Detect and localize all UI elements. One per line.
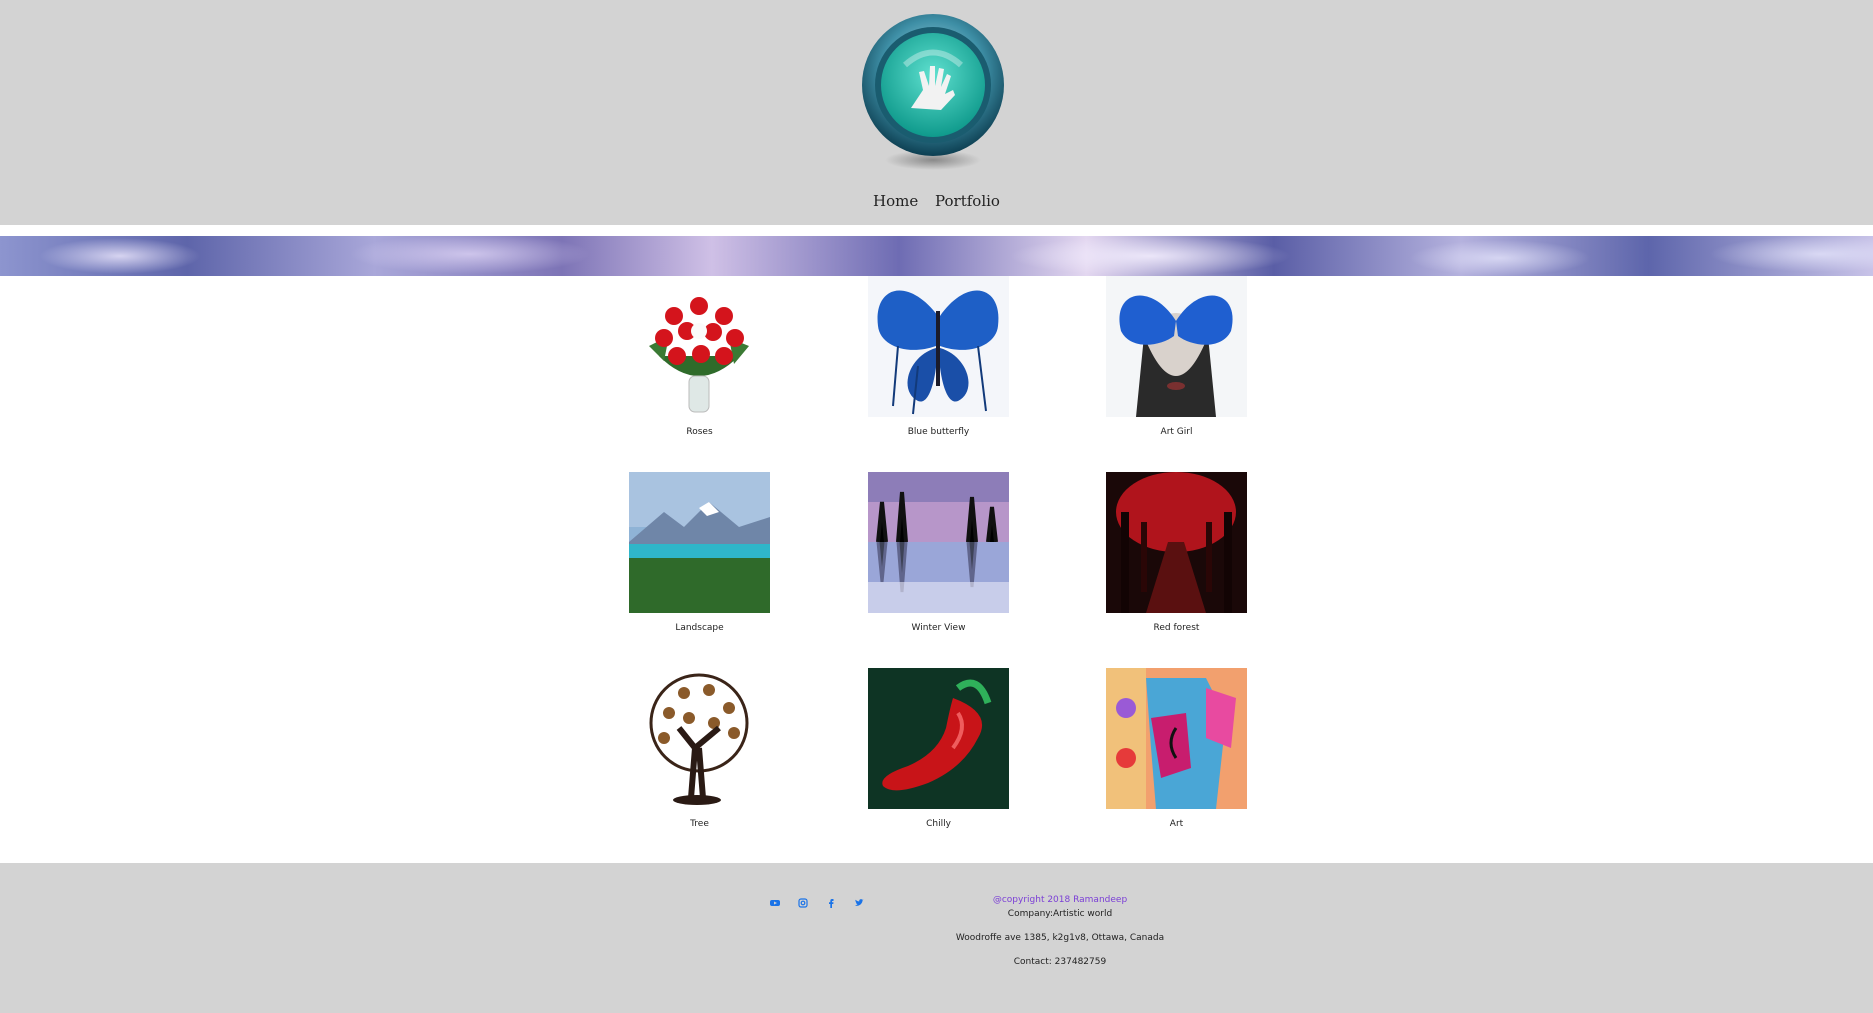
gallery-caption: Art — [1169, 819, 1184, 829]
roses-image — [629, 276, 770, 417]
art-image — [1106, 668, 1247, 809]
blue-butterfly-image — [868, 276, 1009, 417]
gallery-caption: Chilly — [926, 819, 951, 829]
site-footer: @copyright 2018 Ramandeep Company:Artist… — [0, 863, 1873, 1013]
gallery-item[interactable]: Chilly — [868, 668, 1009, 829]
main-nav: Home Portfolio — [0, 192, 1873, 210]
contact-text: Contact: 237482759 — [1013, 957, 1107, 967]
address-text: Woodroffe ave 1385, k2g1v8, Ottawa, Cana… — [955, 933, 1165, 943]
nav-portfolio-link[interactable]: Portfolio — [935, 192, 1000, 210]
company-text: Company:Artistic world — [1007, 909, 1113, 919]
gallery-caption: Roses — [686, 427, 713, 437]
footer-info: @copyright 2018 Ramandeep Company:Artist… — [900, 893, 1220, 969]
gallery-item[interactable]: Red forest — [1106, 472, 1247, 633]
gallery-item[interactable]: Roses — [629, 276, 770, 437]
gallery-item[interactable]: Tree — [629, 668, 770, 829]
gallery-item[interactable]: Winter View — [868, 472, 1009, 633]
gallery-item[interactable]: Landscape — [629, 472, 770, 633]
banner-image — [0, 236, 1873, 276]
gallery-caption: Tree — [690, 819, 709, 829]
social-links — [768, 896, 866, 910]
landscape-image — [629, 472, 770, 613]
winter-view-image — [868, 472, 1009, 613]
gallery-caption: Winter View — [911, 623, 966, 633]
gallery-item[interactable]: Blue butterfly — [868, 276, 1009, 437]
tree-image — [629, 668, 770, 809]
gallery-item[interactable]: Art — [1106, 668, 1247, 829]
nav-home-link[interactable]: Home — [873, 192, 918, 210]
youtube-icon[interactable] — [768, 896, 782, 910]
instagram-icon[interactable] — [796, 896, 810, 910]
gallery-caption: Blue butterfly — [907, 427, 970, 437]
red-forest-image — [1106, 472, 1247, 613]
art-girl-image — [1106, 276, 1247, 417]
copyright-text: @copyright 2018 Ramandeep — [992, 895, 1128, 905]
twitter-icon[interactable] — [852, 896, 866, 910]
logo-hand-icon — [862, 14, 1004, 170]
site-header: Home Portfolio — [0, 0, 1873, 225]
gallery-item[interactable]: Art Girl — [1106, 276, 1247, 437]
facebook-icon[interactable] — [824, 896, 838, 910]
gallery-caption: Landscape — [675, 623, 724, 633]
gallery-caption: Red forest — [1153, 623, 1200, 633]
gallery-caption: Art Girl — [1160, 427, 1193, 437]
chilly-image — [868, 668, 1009, 809]
